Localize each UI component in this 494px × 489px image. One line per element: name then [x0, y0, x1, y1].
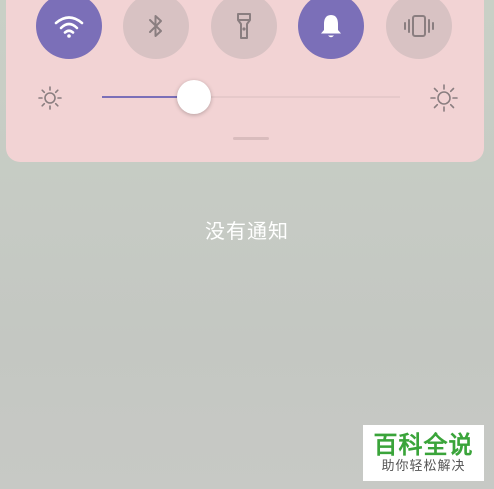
- quick-settings-panel: [6, 0, 484, 162]
- vibrate-toggle[interactable]: [386, 0, 452, 59]
- watermark-title: 百科全说: [373, 431, 474, 459]
- brightness-high-icon: [430, 84, 458, 112]
- flashlight-icon: [237, 13, 251, 39]
- panel-drag-handle[interactable]: [233, 137, 269, 140]
- watermark-subtitle: 助你轻松解决: [381, 459, 466, 474]
- brightness-thumb[interactable]: [177, 80, 212, 114]
- watermark-logo: 百科全说 助你轻松解决: [363, 425, 484, 481]
- vibrate-icon: [404, 15, 434, 37]
- no-notifications-text: 没有通知: [205, 219, 289, 243]
- wifi-toggle[interactable]: [36, 0, 102, 59]
- sound-toggle[interactable]: [298, 0, 364, 59]
- bluetooth-icon: [149, 15, 162, 37]
- bell-icon: [321, 15, 341, 38]
- flashlight-toggle[interactable]: [211, 0, 277, 59]
- brightness-track[interactable]: [102, 96, 400, 98]
- brightness-low-icon: [38, 86, 62, 110]
- bluetooth-toggle[interactable]: [123, 0, 189, 59]
- wifi-icon: [54, 16, 84, 38]
